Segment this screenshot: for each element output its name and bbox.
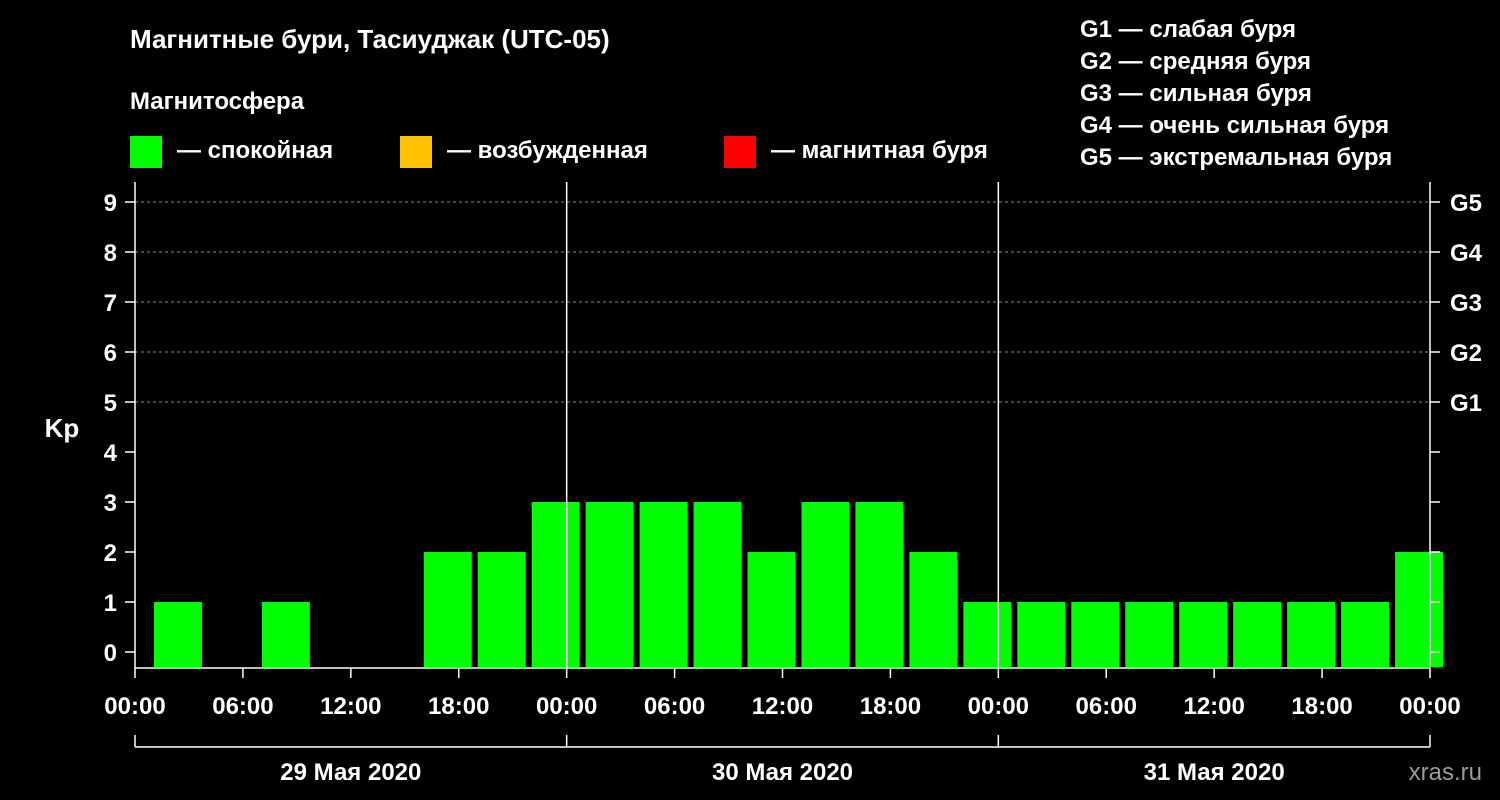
g-level-label-g1: G1 — [1450, 390, 1482, 417]
y-tick-label-8: 8 — [104, 240, 117, 267]
y-tick-label-7: 7 — [104, 290, 117, 317]
kp-bar-18 — [1125, 602, 1174, 667]
kp-bar-17 — [1071, 602, 1120, 667]
kp-bar-10 — [693, 502, 742, 667]
kp-bar-20 — [1233, 602, 1282, 667]
legend-label-active: — возбужденная — [447, 137, 648, 164]
x-tick-label-2: 12:00 — [320, 693, 381, 720]
watermark: xras.ru — [1409, 759, 1482, 786]
kp-bar-6 — [477, 552, 526, 667]
legend-swatch-active — [400, 136, 432, 168]
y-tick-label-1: 1 — [104, 590, 117, 617]
kp-bar-0 — [153, 602, 202, 667]
chart-title: Магнитные бури, Тасиуджак (UTC-05) — [130, 24, 610, 54]
g-level-label-g4: G4 — [1450, 240, 1483, 267]
y-tick-label-9: 9 — [104, 190, 117, 217]
y-axis-label: Kp — [45, 413, 80, 443]
y-tick-label-0: 0 — [104, 640, 117, 667]
kp-bar-15 — [963, 602, 1012, 667]
storm-legend-g1: G1 — слабая буря — [1080, 16, 1296, 43]
day-label-0: 29 Мая 2020 — [280, 759, 421, 786]
legend-swatch-quiet — [130, 136, 162, 168]
x-tick-label-6: 12:00 — [752, 693, 813, 720]
storm-legend-g4: G4 — очень сильная буря — [1080, 112, 1389, 139]
kp-bar-13 — [855, 502, 904, 667]
kp-bar-19 — [1179, 602, 1228, 667]
y-tick-label-4: 4 — [104, 440, 118, 467]
kp-chart: Магнитные бури, Тасиуджак (UTC-05) Магни… — [0, 0, 1500, 800]
chart-subtitle: Магнитосфера — [130, 88, 305, 115]
legend: — спокойная — возбужденная — магнитная б… — [130, 136, 988, 168]
kp-bar-23 — [1395, 552, 1443, 667]
g-level-label-g2: G2 — [1450, 340, 1482, 367]
kp-bar-9 — [639, 502, 688, 667]
kp-bar-5 — [423, 552, 472, 667]
kp-bar-16 — [1017, 602, 1066, 667]
kp-bar-12 — [801, 502, 850, 667]
day-label-1: 30 Мая 2020 — [712, 759, 853, 786]
y-tick-label-3: 3 — [104, 490, 117, 517]
legend-swatch-storm — [724, 136, 756, 168]
kp-bar-22 — [1341, 602, 1390, 667]
y-tick-label-5: 5 — [104, 390, 117, 417]
kp-bar-2 — [261, 602, 310, 667]
x-tick-label-3: 18:00 — [428, 693, 489, 720]
legend-label-quiet: — спокойная — [177, 137, 333, 164]
x-tick-label-8: 00:00 — [968, 693, 1029, 720]
x-tick-label-5: 06:00 — [644, 693, 705, 720]
kp-bar-21 — [1287, 602, 1336, 667]
x-tick-label-0: 00:00 — [104, 693, 165, 720]
x-tick-label-1: 06:00 — [212, 693, 273, 720]
x-tick-label-10: 12:00 — [1183, 693, 1244, 720]
x-tick-label-4: 00:00 — [536, 693, 597, 720]
x-tick-label-7: 18:00 — [860, 693, 921, 720]
storm-legend-g2: G2 — средняя буря — [1080, 48, 1311, 75]
x-tick-label-12: 00:00 — [1399, 693, 1460, 720]
g-level-label-g5: G5 — [1450, 190, 1482, 217]
kp-bar-11 — [747, 552, 796, 667]
x-tick-label-9: 06:00 — [1076, 693, 1137, 720]
legend-label-storm: — магнитная буря — [771, 137, 988, 164]
y-tick-label-6: 6 — [104, 340, 117, 367]
kp-bar-14 — [909, 552, 958, 667]
storm-legend-g5: G5 — экстремальная буря — [1080, 144, 1392, 171]
day-label-2: 31 Мая 2020 — [1144, 759, 1285, 786]
kp-bar-8 — [585, 502, 634, 667]
kp-bar-7 — [531, 502, 580, 667]
y-tick-label-2: 2 — [104, 540, 117, 567]
storm-legend-g3: G3 — сильная буря — [1080, 80, 1312, 107]
x-tick-label-11: 18:00 — [1291, 693, 1352, 720]
g-level-label-g3: G3 — [1450, 290, 1482, 317]
